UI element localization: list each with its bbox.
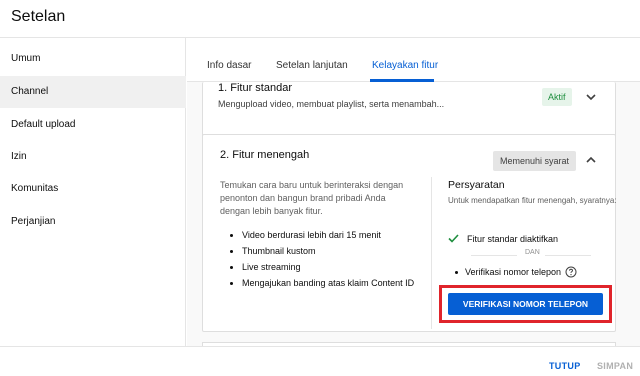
footer-bar: TUTUP SIMPAN	[0, 346, 640, 376]
divider	[431, 177, 432, 329]
save-button[interactable]: SIMPAN	[597, 361, 633, 371]
list-item: Video berdurasi lebih dari 15 menit	[230, 227, 430, 243]
settings-sidebar: Umum Channel Default upload Izin Komunit…	[0, 38, 186, 346]
tab-bar: Info dasar Setelan lanjutan Kelayakan fi…	[187, 38, 640, 82]
card-title: 1. Fitur standar	[218, 82, 292, 94]
requirement-label: Fitur standar diaktifkan	[467, 234, 559, 244]
and-label: DAN	[525, 249, 540, 256]
bullet	[455, 270, 458, 274]
requirements-title: Persyaratan	[448, 179, 505, 191]
feature-description: Temukan cara baru untuk berinteraksi den…	[220, 180, 404, 216]
requirement-standard-done: Fitur standar diaktifkan	[448, 233, 558, 245]
feature-card-intermediate: 2. Fitur menengah Memenuhi syarat Temuka…	[202, 134, 617, 332]
divider	[545, 255, 591, 256]
tab-kelayakan-fitur[interactable]: Kelayakan fitur	[372, 60, 438, 71]
close-button[interactable]: TUTUP	[549, 361, 581, 371]
page-title: Setelan	[11, 8, 66, 25]
help-icon[interactable]	[565, 266, 577, 278]
list-item: Thumbnail kustom	[230, 243, 430, 259]
card-subtitle: Mengupload video, membuat playlist, sert…	[218, 99, 445, 109]
tab-info-dasar[interactable]: Info dasar	[207, 60, 251, 71]
chevron-up-icon[interactable]	[584, 153, 598, 167]
checkmark-icon	[448, 233, 459, 245]
requirement-phone-verify: Verifikasi nomor telepon	[455, 266, 577, 278]
feature-list: Video berdurasi lebih dari 15 menit Thum…	[230, 227, 430, 291]
list-item: Live streaming	[230, 259, 430, 275]
sidebar-item-komunitas[interactable]: Komunitas	[0, 173, 186, 205]
status-badge-memenuhi-syarat: Memenuhi syarat	[493, 151, 577, 171]
tab-setelan-lanjutan[interactable]: Setelan lanjutan	[276, 60, 348, 71]
list-item: Mengajukan banding atas klaim Content ID	[230, 275, 430, 291]
highlight-box: VERIFIKASI NOMOR TELEPON	[439, 285, 612, 323]
main-content: 1. Fitur standar Mengupload video, membu…	[187, 38, 640, 346]
sidebar-item-perjanjian[interactable]: Perjanjian	[0, 206, 186, 238]
sidebar-item-default-upload[interactable]: Default upload	[0, 109, 186, 141]
divider	[471, 255, 517, 256]
requirement-label: Verifikasi nomor telepon	[465, 267, 562, 277]
active-tab-indicator	[370, 79, 434, 82]
chevron-down-icon[interactable]	[584, 90, 598, 104]
status-badge-aktif: Aktif	[542, 88, 572, 106]
requirements-subtitle: Untuk mendapatkan fitur menengah, syarat…	[448, 196, 617, 205]
sidebar-item-izin[interactable]: Izin	[0, 141, 186, 173]
verify-phone-button[interactable]: VERIFIKASI NOMOR TELEPON	[448, 293, 603, 315]
settings-header: Setelan	[0, 0, 640, 38]
sidebar-item-umum[interactable]: Umum	[0, 43, 186, 75]
sidebar-item-channel[interactable]: Channel	[0, 76, 186, 108]
card-title: 2. Fitur menengah	[220, 149, 310, 161]
